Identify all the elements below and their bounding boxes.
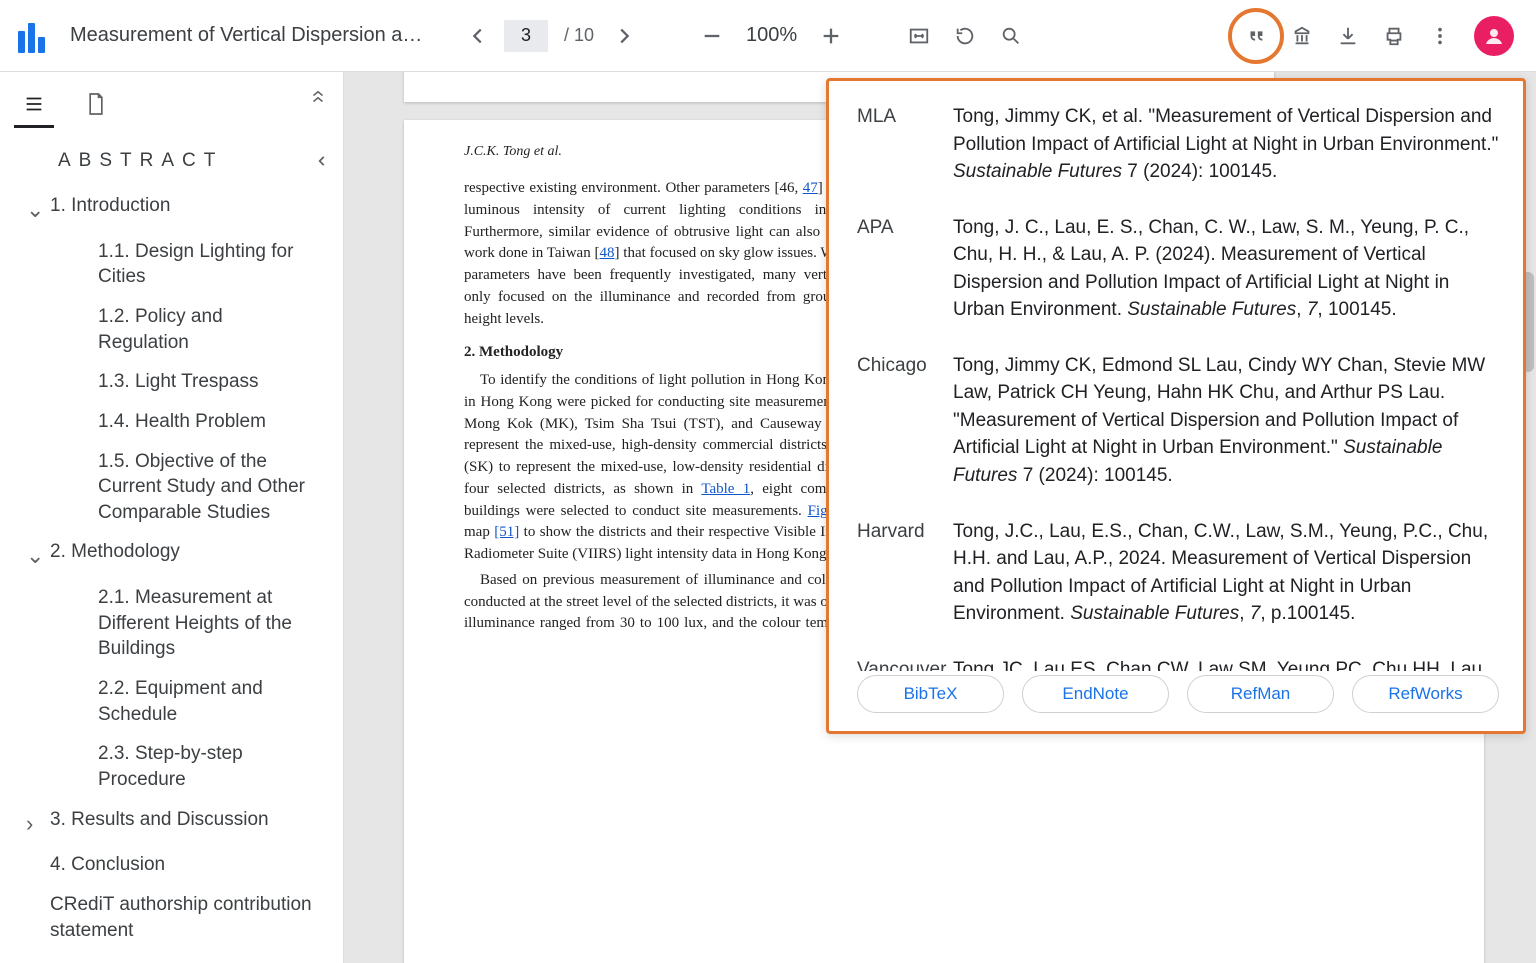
- outline-item[interactable]: ⌄2. Methodology: [18, 532, 335, 578]
- outline-item[interactable]: 1.1. Design Lighting for Cities: [18, 232, 335, 297]
- citation-row[interactable]: HarvardTong, J.C., Lau, E.S., Chan, C.W.…: [857, 518, 1499, 628]
- outline-label: 2.1. Measurement at Different Heights of…: [98, 585, 335, 662]
- toolbar: Measurement of Vertical Dispersion and P…: [0, 0, 1536, 72]
- outline-label: 1.2. Policy and Regulation: [98, 304, 335, 355]
- outline-item[interactable]: CRediT authorship contribution statement: [18, 885, 335, 950]
- print-button[interactable]: [1374, 16, 1414, 56]
- quote-icon: [1245, 25, 1267, 47]
- minus-icon: [701, 25, 723, 47]
- citation-popup: MLATong, Jimmy CK, et al. "Measurement o…: [826, 78, 1526, 734]
- search-icon: [1000, 25, 1022, 47]
- outline-label: 2.3. Step-by-step Procedure: [98, 741, 335, 792]
- chevron-right-icon: [613, 25, 635, 47]
- save-to-library-button[interactable]: [1282, 16, 1322, 56]
- prev-page-button[interactable]: [458, 16, 498, 56]
- zoom-out-button[interactable]: [692, 16, 732, 56]
- citation-style-label: Chicago: [857, 352, 953, 490]
- document-area[interactable]: rendering, upward light ratio, upward li…: [344, 72, 1536, 963]
- outline-label: 4. Conclusion: [50, 852, 335, 878]
- export-refworks-button[interactable]: RefWorks: [1352, 675, 1499, 713]
- sidebar: ABSTRACT ⌄1. Introduction1.1. Design Lig…: [0, 72, 344, 963]
- table-link[interactable]: Table 1: [701, 481, 750, 497]
- outline-label: 1.1. Design Lighting for Cities: [98, 239, 335, 290]
- citation-style-label: MLA: [857, 103, 953, 186]
- outline-item[interactable]: 1.2. Policy and Regulation: [18, 297, 335, 362]
- outline-item[interactable]: 1.5. Objective of the Current Study and …: [18, 442, 335, 533]
- page-total-label: / 10: [564, 25, 594, 46]
- citation-row[interactable]: VancouverTong JC, Lau ES, Chan CW, Law S…: [857, 656, 1499, 671]
- library-icon: [1291, 25, 1313, 47]
- zoom-in-button[interactable]: [811, 16, 851, 56]
- export-refman-button[interactable]: RefMan: [1187, 675, 1334, 713]
- outline-panel: ABSTRACT ⌄1. Introduction1.1. Design Lig…: [0, 128, 343, 950]
- page-icon: [86, 92, 106, 116]
- cite-button[interactable]: [1236, 16, 1276, 56]
- chevron-right-icon: ›: [26, 809, 50, 839]
- outline-item[interactable]: 4. Conclusion: [18, 845, 335, 885]
- chevron-left-icon: [467, 25, 489, 47]
- thumbnails-tab[interactable]: [76, 84, 116, 124]
- more-button[interactable]: [1420, 16, 1460, 56]
- citation-style-label: Vancouver: [857, 656, 953, 671]
- app-logo: [18, 19, 52, 53]
- more-vert-icon: [1429, 25, 1451, 47]
- ref-link[interactable]: [51]: [494, 524, 519, 540]
- page-number-input[interactable]: [504, 20, 548, 52]
- citation-text: Tong, J.C., Lau, E.S., Chan, C.W., Law, …: [953, 518, 1499, 628]
- outline-item[interactable]: ⌄1. Introduction: [18, 186, 335, 232]
- outline-label: 1.3. Light Trespass: [98, 369, 335, 395]
- ref-link[interactable]: 47: [803, 180, 818, 196]
- outline-item[interactable]: 2.1. Measurement at Different Heights of…: [18, 578, 335, 669]
- outline-label: 1.5. Objective of the Current Study and …: [98, 449, 335, 526]
- chevron-down-icon: ⌄: [26, 195, 50, 225]
- download-button[interactable]: [1328, 16, 1368, 56]
- outline-item[interactable]: 2.2. Equipment and Schedule: [18, 669, 335, 734]
- collapse-outline-icon[interactable]: [315, 147, 329, 175]
- rotate-icon: [954, 25, 976, 47]
- outline-item[interactable]: 1.4. Health Problem: [18, 402, 335, 442]
- person-icon: [1482, 24, 1506, 48]
- citation-row[interactable]: ChicagoTong, Jimmy CK, Edmond SL Lau, Ci…: [857, 352, 1499, 490]
- outline-label: CRediT authorship contribution statement: [50, 892, 335, 943]
- outline-title: ABSTRACT: [58, 150, 223, 172]
- rotate-button[interactable]: [945, 16, 985, 56]
- outline-label: 2. Methodology: [50, 539, 335, 565]
- citation-row[interactable]: APATong, J. C., Lau, E. S., Chan, C. W.,…: [857, 214, 1499, 324]
- download-icon: [1337, 25, 1359, 47]
- citation-text: Tong, Jimmy CK, Edmond SL Lau, Cindy WY …: [953, 352, 1499, 490]
- plus-icon: [820, 25, 842, 47]
- user-avatar[interactable]: [1474, 16, 1514, 56]
- ref-link[interactable]: 48: [600, 245, 615, 261]
- fit-width-icon: [908, 25, 930, 47]
- outline-item[interactable]: 2.3. Step-by-step Procedure: [18, 734, 335, 799]
- citation-style-label: APA: [857, 214, 953, 324]
- outline-label: 1. Introduction: [50, 193, 335, 219]
- export-endnote-button[interactable]: EndNote: [1022, 675, 1169, 713]
- chevrons-icon: [309, 86, 327, 108]
- outline-label: 3. Results and Discussion: [50, 807, 335, 833]
- outline-item[interactable]: ›3. Results and Discussion: [18, 800, 335, 846]
- citation-row[interactable]: MLATong, Jimmy CK, et al. "Measurement o…: [857, 103, 1499, 186]
- chevron-down-icon: ⌄: [26, 541, 50, 571]
- outline-tab[interactable]: [14, 84, 54, 124]
- list-icon: [23, 93, 45, 115]
- document-title: Measurement of Vertical Dispersion and P…: [70, 24, 430, 47]
- fit-width-button[interactable]: [899, 16, 939, 56]
- next-page-button[interactable]: [604, 16, 644, 56]
- export-bibtex-button[interactable]: BibTeX: [857, 675, 1004, 713]
- search-button[interactable]: [991, 16, 1031, 56]
- citation-text: Tong JC, Lau ES, Chan CW, Law SM, Yeung …: [953, 656, 1499, 671]
- zoom-level-label[interactable]: 100%: [738, 24, 805, 47]
- collapse-sidebar-button[interactable]: [309, 86, 327, 113]
- citation-text: Tong, J. C., Lau, E. S., Chan, C. W., La…: [953, 214, 1499, 324]
- citation-text: Tong, Jimmy CK, et al. "Measurement of V…: [953, 103, 1499, 186]
- citation-style-label: Harvard: [857, 518, 953, 628]
- outline-label: 2.2. Equipment and Schedule: [98, 676, 335, 727]
- outline-label: 1.4. Health Problem: [98, 409, 335, 435]
- print-icon: [1383, 25, 1405, 47]
- outline-item[interactable]: 1.3. Light Trespass: [18, 362, 335, 402]
